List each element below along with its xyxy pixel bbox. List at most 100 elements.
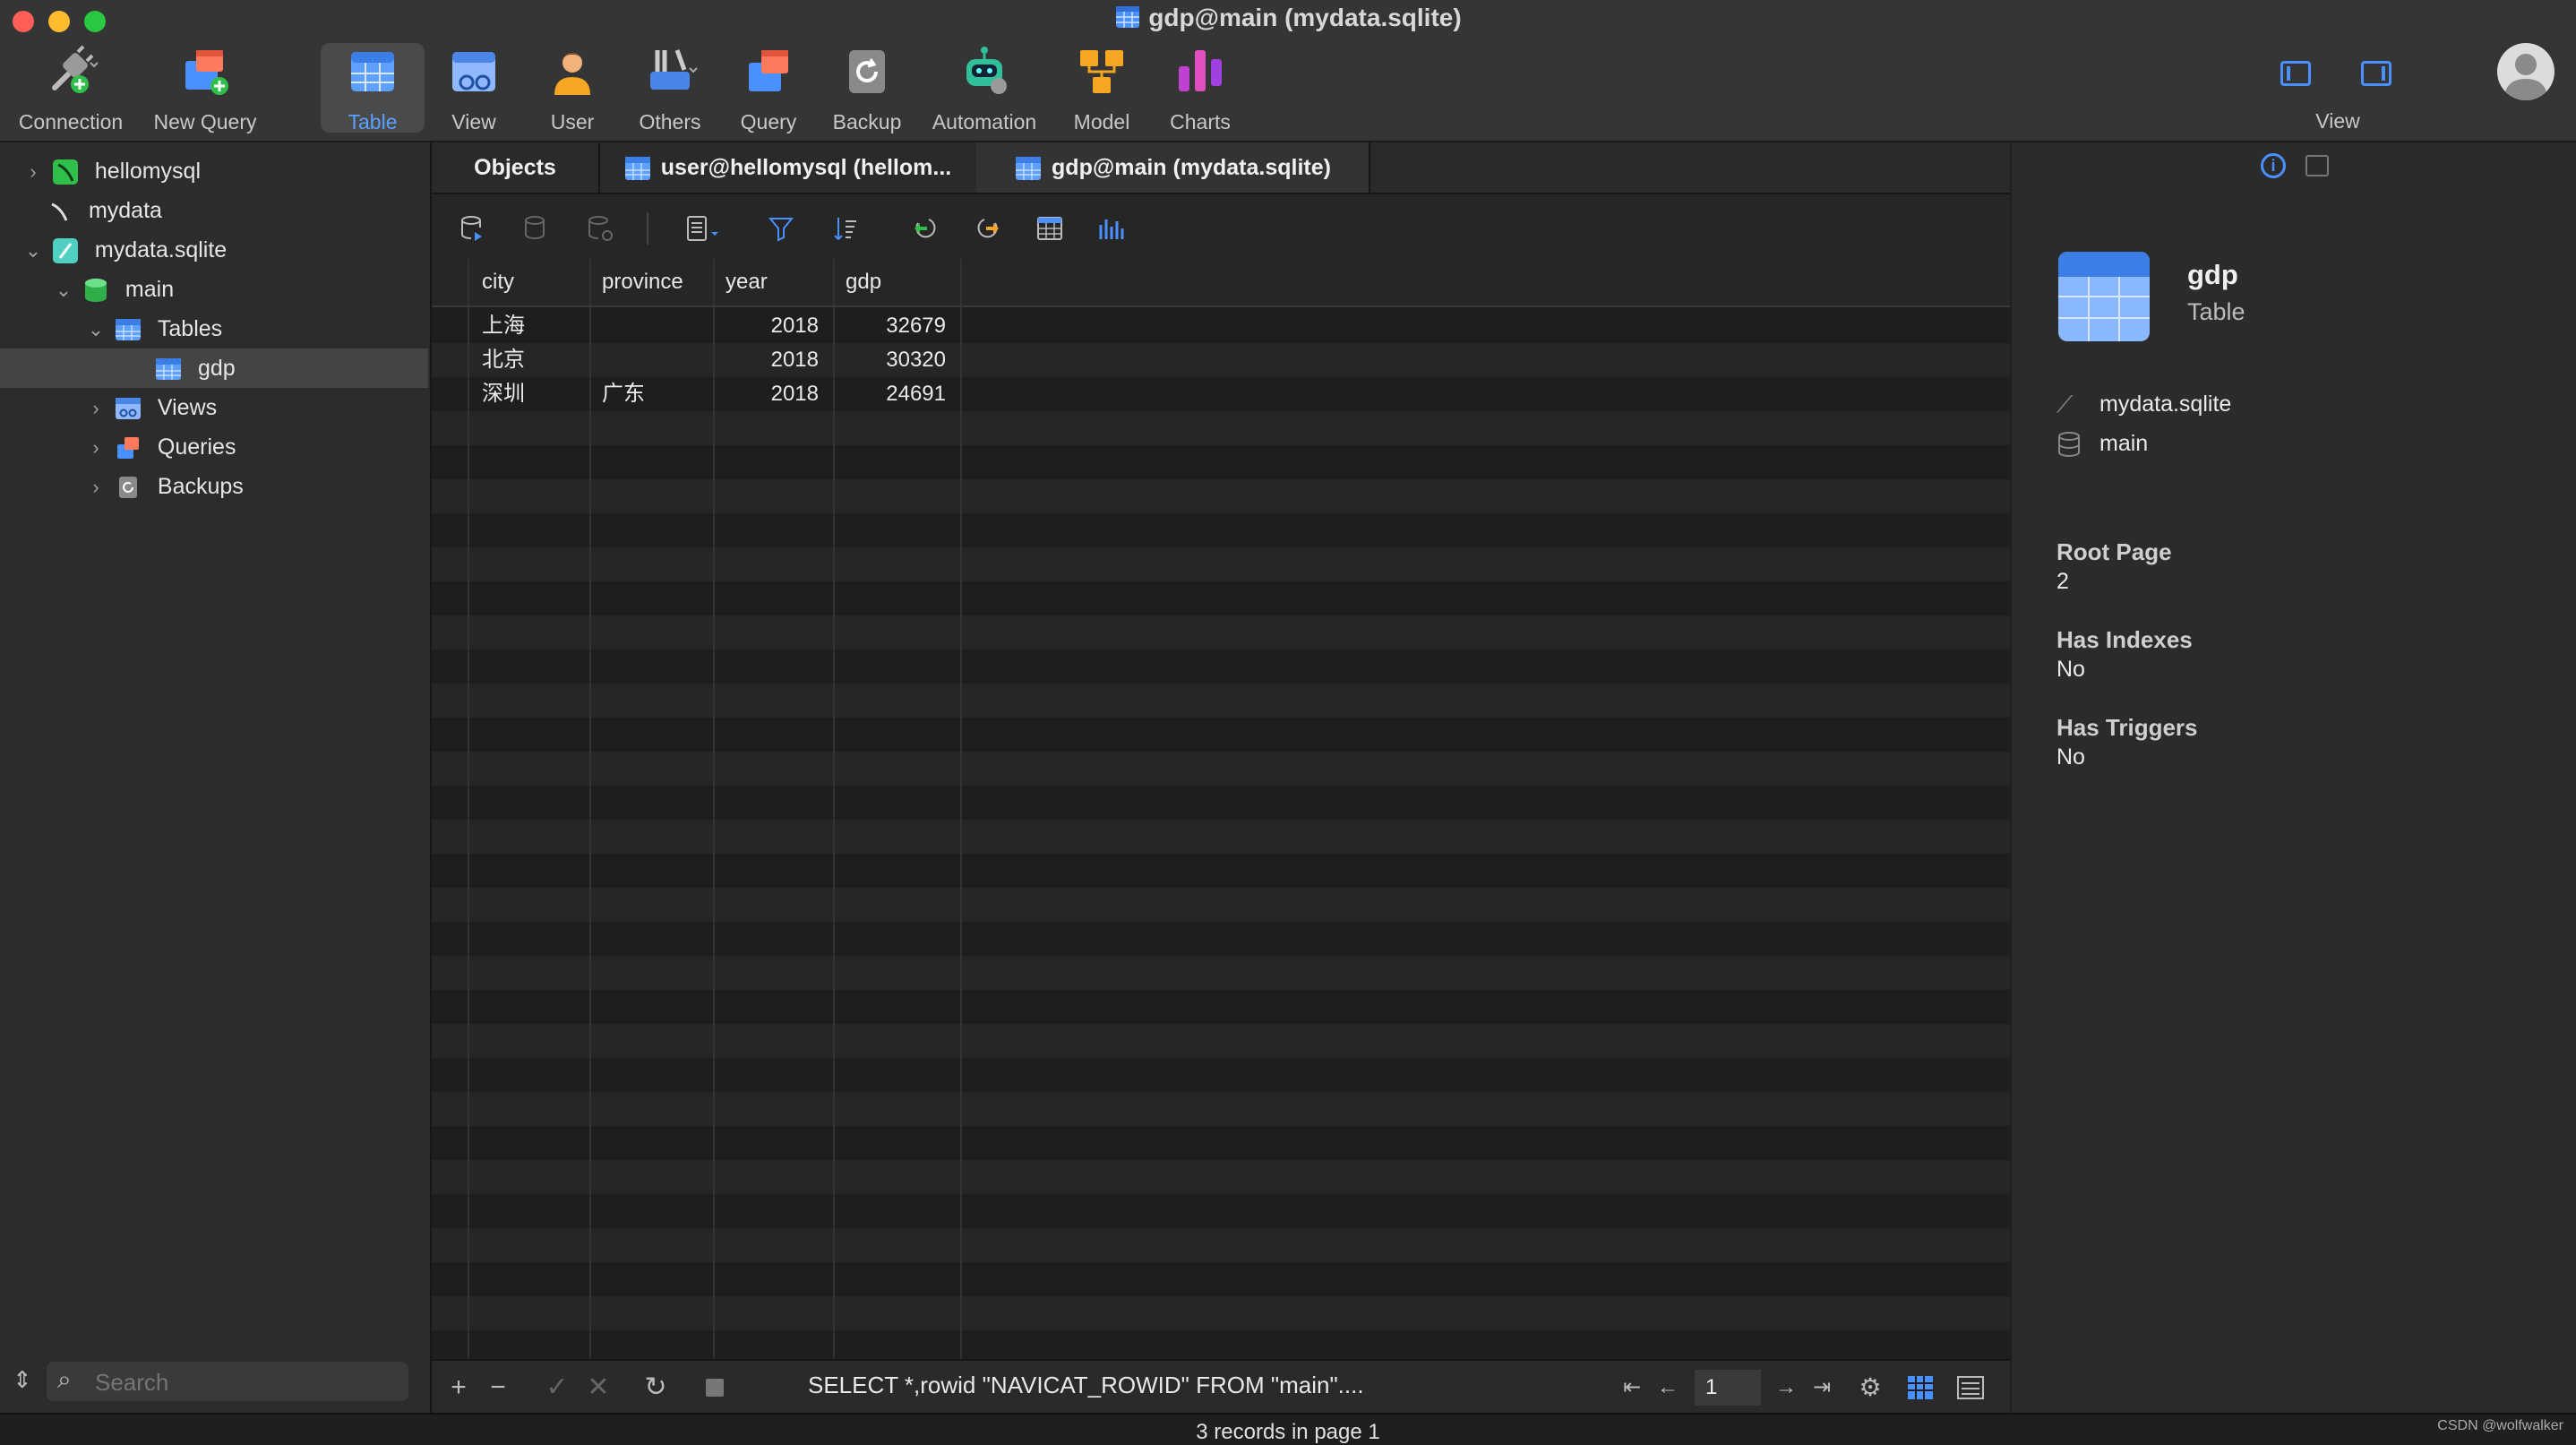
column-header-gdp[interactable]: gdp [833, 259, 960, 305]
tree-item-hellomysql[interactable]: › hellomysql [0, 151, 428, 191]
column-divider [589, 259, 591, 1359]
filter-icon[interactable] [767, 214, 795, 243]
grid-view-icon[interactable] [1906, 1373, 1935, 1402]
data-grid: city province year gdp 上海 2018 32679 北京 … [432, 259, 2010, 1359]
form-view-icon[interactable] [1956, 1373, 1985, 1402]
toolbar-view-group-label: View [2315, 109, 2360, 133]
grid-toolbar [432, 194, 2010, 259]
sql-preview[interactable]: SELECT *,rowid "NAVICAT_ROWID" FROM "mai… [808, 1372, 1364, 1399]
toolbar-connection-button[interactable]: Connection [17, 43, 125, 133]
discard-changes-button[interactable]: ✕ [582, 1370, 614, 1406]
import-icon[interactable] [911, 214, 940, 243]
column-header-year[interactable]: year [713, 259, 833, 305]
text-view-icon[interactable] [684, 214, 724, 243]
chevron-down-icon[interactable]: ⌄ [21, 231, 45, 271]
table-row[interactable]: 北京 2018 30320 [432, 343, 2010, 377]
cell-province[interactable] [602, 309, 713, 343]
toolbar-backup-button[interactable]: Backup [813, 43, 921, 133]
toggle-left-panel-button[interactable] [2280, 61, 2311, 86]
tree-item-gdp[interactable]: gdp [0, 348, 428, 388]
apply-changes-button[interactable]: ✓ [541, 1370, 573, 1406]
tree-item-main[interactable]: ⌄ main [0, 270, 428, 309]
stop-button[interactable] [706, 1379, 724, 1397]
rollback-icon[interactable] [586, 214, 614, 243]
begin-transaction-icon[interactable] [459, 214, 487, 243]
delete-record-button[interactable]: − [482, 1370, 514, 1406]
toolbar-charts-button[interactable]: Charts [1146, 43, 1254, 133]
sidebar-filter-toggle-icon[interactable]: ⇕ [13, 1366, 32, 1394]
tab-user-hellomysql[interactable]: user@hellomysql (hellom... [598, 142, 978, 193]
cell-province[interactable] [602, 343, 713, 377]
tree-item-label: Views [157, 395, 218, 420]
ddl-tab-button[interactable] [2306, 155, 2329, 176]
tree-item-mydata-sqlite[interactable]: ⌄ mydata.sqlite [0, 230, 428, 270]
avatar[interactable] [2497, 43, 2555, 100]
column-header-city[interactable]: city [469, 259, 589, 305]
toolbar-backup-label: Backup [832, 110, 902, 133]
toolbar-query-button[interactable]: Query [715, 43, 822, 133]
chevron-down-icon[interactable]: ⌄ [52, 271, 75, 310]
cell-gdp[interactable]: 24691 [833, 377, 960, 411]
cell-gdp[interactable]: 30320 [833, 343, 960, 377]
add-record-button[interactable]: + [442, 1370, 475, 1406]
cell-city[interactable]: 北京 [482, 343, 589, 377]
chevron-right-icon[interactable]: › [84, 428, 107, 468]
info-has-indexes-label: Has Indexes [2057, 626, 2193, 653]
sqlite-connection-icon [52, 238, 78, 264]
previous-page-button[interactable]: ← [1652, 1370, 1684, 1406]
tree-item-backups[interactable]: › Backups [0, 467, 428, 506]
table-row[interactable]: 深圳 广东 2018 24691 [432, 377, 2010, 411]
last-page-button[interactable]: ⇥ [1806, 1370, 1838, 1406]
toolbar-new-query-button[interactable]: New Query [151, 43, 259, 133]
export-icon[interactable] [974, 214, 1002, 243]
cell-province[interactable]: 广东 [602, 377, 713, 411]
cell-city[interactable]: 深圳 [482, 377, 589, 411]
search-input[interactable] [93, 1362, 392, 1403]
sort-icon[interactable] [831, 214, 860, 243]
view-icon [452, 52, 495, 91]
table-row[interactable]: 上海 2018 32679 [432, 309, 2010, 343]
tree-item-queries[interactable]: › Queries [0, 427, 428, 467]
new-query-icon [185, 50, 228, 95]
first-page-button[interactable]: ⇤ [1616, 1370, 1648, 1406]
grid-row-stripe [432, 752, 2010, 786]
info-tab-button[interactable]: i [2261, 153, 2286, 178]
tab-objects[interactable]: Objects [432, 142, 600, 193]
table-icon [156, 358, 181, 381]
toggle-right-panel-button[interactable] [2361, 61, 2391, 86]
cell-year[interactable]: 2018 [713, 343, 833, 377]
tree-item-tables[interactable]: ⌄ Tables [0, 309, 428, 348]
cell-city[interactable]: 上海 [482, 309, 589, 343]
toolbar-view-button[interactable]: View [420, 43, 528, 133]
tree-item-mydata[interactable]: mydata [0, 191, 428, 230]
tree-item-label: gdp [197, 356, 236, 381]
next-page-button[interactable]: → [1770, 1370, 1802, 1406]
object-name: gdp [2187, 259, 2238, 290]
cell-year[interactable]: 2018 [713, 309, 833, 343]
model-icon [1080, 50, 1123, 93]
settings-gear-icon[interactable]: ⚙ [1854, 1370, 1886, 1406]
toolbar-model-button[interactable]: Model [1048, 43, 1155, 133]
chevron-right-icon[interactable]: › [21, 152, 45, 192]
cell-gdp[interactable]: 32679 [833, 309, 960, 343]
grid-row-stripe [432, 820, 2010, 854]
chevron-right-icon[interactable]: › [84, 389, 107, 428]
column-header-province[interactable]: province [589, 259, 713, 305]
tree-item-views[interactable]: › Views [0, 388, 428, 427]
toolbar-table-label: Table [348, 110, 398, 133]
data-generator-icon[interactable] [1035, 214, 1064, 243]
sidebar-search: ⌕ [47, 1362, 408, 1403]
toolbar-user-button[interactable]: User [519, 43, 626, 133]
tab-gdp-main[interactable]: gdp@main (mydata.sqlite) [976, 142, 1370, 193]
toolbar-table-button[interactable]: Table [321, 43, 425, 133]
chevron-right-icon[interactable]: › [84, 468, 107, 507]
page-number-input[interactable] [1695, 1370, 1761, 1406]
commit-icon[interactable] [522, 214, 551, 243]
cell-year[interactable]: 2018 [713, 377, 833, 411]
chevron-down-icon[interactable]: ⌄ [84, 310, 107, 349]
toolbar-automation-button[interactable]: Automation [931, 43, 1038, 133]
toolbar-others-button[interactable]: Others [616, 43, 724, 133]
refresh-button[interactable]: ↻ [640, 1370, 672, 1406]
toolbar-user-label: User [550, 110, 595, 133]
chart-view-icon[interactable] [1097, 214, 1126, 243]
